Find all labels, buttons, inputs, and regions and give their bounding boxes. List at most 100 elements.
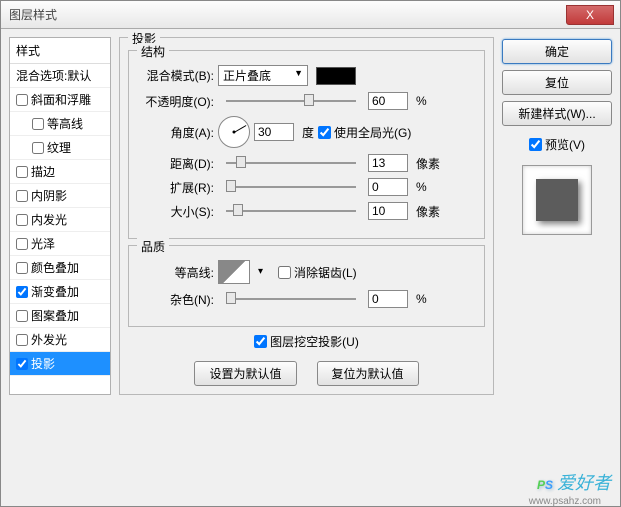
sidebar-checkbox-4[interactable] xyxy=(16,190,28,202)
sidebar-header[interactable]: 样式 xyxy=(10,38,110,64)
angle-row: 角度(A): 度 使用全局光(G) xyxy=(139,116,474,148)
sidebar-item-4[interactable]: 内阴影 xyxy=(10,184,110,208)
antialias-checkbox[interactable]: 消除锯齿(L) xyxy=(278,264,357,281)
default-buttons-row: 设置为默认值 复位为默认值 xyxy=(128,361,485,386)
sidebar-blend-default[interactable]: 混合选项:默认 xyxy=(10,64,110,88)
sidebar-item-label: 投影 xyxy=(31,355,55,372)
size-row: 大小(S): 像素 xyxy=(139,202,474,220)
reset-default-button[interactable]: 复位为默认值 xyxy=(317,361,419,386)
set-default-button[interactable]: 设置为默认值 xyxy=(194,361,296,386)
sidebar-checkbox-7[interactable] xyxy=(16,262,28,274)
new-style-button[interactable]: 新建样式(W)... xyxy=(502,101,612,126)
sidebar-checkbox-3[interactable] xyxy=(16,166,28,178)
distance-slider[interactable] xyxy=(226,162,356,164)
blend-mode-select[interactable]: 正片叠底 xyxy=(218,65,308,86)
knockout-row: 图层挖空投影(U) xyxy=(128,333,485,351)
distance-row: 距离(D): 像素 xyxy=(139,154,474,172)
global-light-label: 使用全局光(G) xyxy=(334,124,411,141)
close-button[interactable]: X xyxy=(566,5,614,25)
sidebar-item-label: 外发光 xyxy=(31,331,67,348)
sidebar-item-0[interactable]: 斜面和浮雕 xyxy=(10,88,110,112)
sidebar-checkbox-9[interactable] xyxy=(16,310,28,322)
size-label: 大小(S): xyxy=(139,203,214,220)
size-slider[interactable] xyxy=(226,210,356,212)
sidebar-item-2[interactable]: 纹理 xyxy=(10,136,110,160)
sidebar-item-6[interactable]: 光泽 xyxy=(10,232,110,256)
sidebar-checkbox-0[interactable] xyxy=(16,94,28,106)
sidebar-item-3[interactable]: 描边 xyxy=(10,160,110,184)
sidebar-checkbox-2[interactable] xyxy=(32,142,44,154)
sidebar-item-11[interactable]: 投影 xyxy=(10,352,110,376)
cancel-button[interactable]: 复位 xyxy=(502,70,612,95)
dialog-title: 图层样式 xyxy=(9,6,57,23)
knockout-checkbox[interactable]: 图层挖空投影(U) xyxy=(254,333,359,350)
right-panel: 确定 复位 新建样式(W)... 预览(V) xyxy=(502,37,612,395)
sidebar-item-label: 图案叠加 xyxy=(31,307,79,324)
contour-label: 等高线: xyxy=(139,264,214,281)
spread-slider[interactable] xyxy=(226,186,356,188)
sidebar-checkbox-11[interactable] xyxy=(16,358,28,370)
sidebar-item-label: 内阴影 xyxy=(31,187,67,204)
sidebar-checkbox-6[interactable] xyxy=(16,238,28,250)
spread-row: 扩展(R): % xyxy=(139,178,474,196)
noise-row: 杂色(N): % xyxy=(139,290,474,308)
opacity-slider[interactable] xyxy=(226,100,356,102)
global-light-checkbox[interactable]: 使用全局光(G) xyxy=(318,124,411,141)
distance-input[interactable] xyxy=(368,154,408,172)
sidebar-item-label: 内发光 xyxy=(31,211,67,228)
spread-input[interactable] xyxy=(368,178,408,196)
angle-input[interactable] xyxy=(254,123,294,141)
watermark-url: www.psahz.com xyxy=(529,496,601,507)
content-area: 样式 混合选项:默认 斜面和浮雕等高线纹理描边内阴影内发光光泽颜色叠加渐变叠加图… xyxy=(1,29,620,403)
size-input[interactable] xyxy=(368,202,408,220)
watermark-text: 爱好者 xyxy=(557,469,611,495)
noise-slider[interactable] xyxy=(226,298,356,300)
opacity-label: 不透明度(O): xyxy=(139,93,214,110)
size-unit: 像素 xyxy=(416,203,440,220)
opacity-input[interactable] xyxy=(368,92,408,110)
global-light-input[interactable] xyxy=(318,126,331,139)
blend-mode-label: 混合模式(B): xyxy=(139,67,214,84)
sidebar-item-7[interactable]: 颜色叠加 xyxy=(10,256,110,280)
preview-checkbox[interactable]: 预览(V) xyxy=(529,136,585,153)
sidebar-checkbox-8[interactable] xyxy=(16,286,28,298)
titlebar: 图层样式 X xyxy=(1,1,620,29)
noise-unit: % xyxy=(416,292,427,306)
knockout-label: 图层挖空投影(U) xyxy=(270,333,359,350)
spread-unit: % xyxy=(416,180,427,194)
opacity-row: 不透明度(O): % xyxy=(139,92,474,110)
sidebar-item-label: 纹理 xyxy=(47,139,71,156)
dropshadow-group: 投影 结构 混合模式(B): 正片叠底 不透明度(O): % xyxy=(119,37,494,395)
spread-label: 扩展(R): xyxy=(139,179,214,196)
knockout-input[interactable] xyxy=(254,335,267,348)
sidebar-item-5[interactable]: 内发光 xyxy=(10,208,110,232)
blend-mode-row: 混合模式(B): 正片叠底 xyxy=(139,65,474,86)
shadow-color-swatch[interactable] xyxy=(316,67,356,85)
sidebar-item-label: 斜面和浮雕 xyxy=(31,91,91,108)
sidebar-checkbox-5[interactable] xyxy=(16,214,28,226)
sidebar-item-8[interactable]: 渐变叠加 xyxy=(10,280,110,304)
structure-group: 结构 混合模式(B): 正片叠底 不透明度(O): % 角度(A): xyxy=(128,50,485,239)
antialias-label: 消除锯齿(L) xyxy=(294,264,357,281)
sidebar-item-label: 混合选项:默认 xyxy=(16,67,91,84)
sidebar-item-10[interactable]: 外发光 xyxy=(10,328,110,352)
antialias-input[interactable] xyxy=(278,266,291,279)
watermark: PS 爱好者 xyxy=(537,460,611,497)
noise-input[interactable] xyxy=(368,290,408,308)
main-panel: 投影 结构 混合模式(B): 正片叠底 不透明度(O): % xyxy=(115,37,498,395)
distance-label: 距离(D): xyxy=(139,155,214,172)
sidebar-item-label: 光泽 xyxy=(31,235,55,252)
sidebar-item-1[interactable]: 等高线 xyxy=(10,112,110,136)
ok-button[interactable]: 确定 xyxy=(502,39,612,64)
sidebar-checkbox-1[interactable] xyxy=(32,118,44,130)
preview-box xyxy=(522,165,592,235)
preview-input[interactable] xyxy=(529,138,542,151)
contour-picker[interactable] xyxy=(218,260,250,284)
sidebar-item-9[interactable]: 图案叠加 xyxy=(10,304,110,328)
sidebar-item-label: 描边 xyxy=(31,163,55,180)
sidebar-checkbox-10[interactable] xyxy=(16,334,28,346)
angle-dial[interactable] xyxy=(218,116,250,148)
styles-sidebar: 样式 混合选项:默认 斜面和浮雕等高线纹理描边内阴影内发光光泽颜色叠加渐变叠加图… xyxy=(9,37,111,395)
distance-unit: 像素 xyxy=(416,155,440,172)
structure-legend: 结构 xyxy=(137,43,169,60)
